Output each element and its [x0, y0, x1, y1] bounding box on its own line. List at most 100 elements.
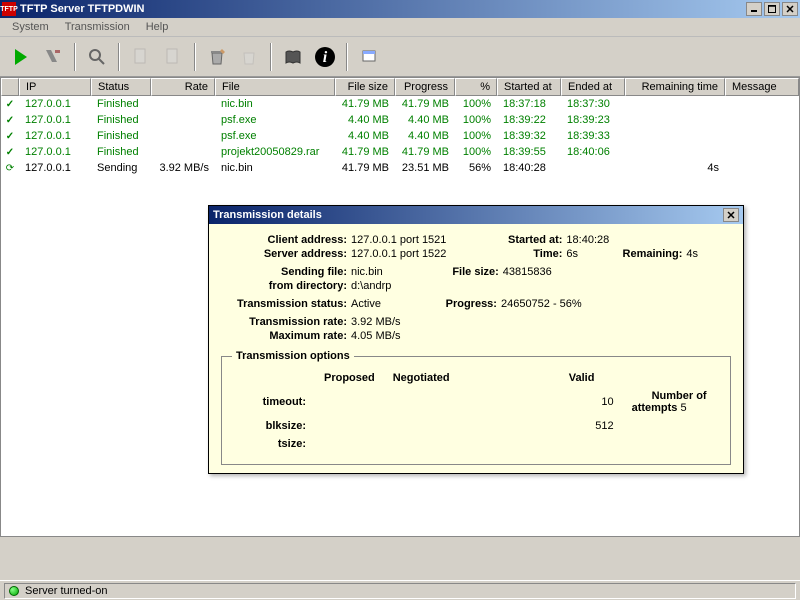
titlebar: TFTP TFTP Server TFTPDWIN: [0, 0, 800, 18]
cell-ended: [561, 167, 625, 169]
options-legend: Transmission options: [232, 350, 354, 362]
cell-message: [725, 103, 799, 105]
cell-filesize: 4.40 MB: [335, 113, 395, 127]
col-percent[interactable]: %: [455, 78, 497, 96]
cell-status: Finished: [91, 113, 151, 127]
info-button[interactable]: i: [310, 42, 340, 72]
col-message[interactable]: Message: [725, 78, 799, 96]
status-led-icon: [9, 586, 19, 596]
label-server-address: Server address:: [221, 248, 351, 260]
cell-percent: 100%: [455, 129, 497, 143]
cell-filesize: 41.79 MB: [335, 145, 395, 159]
col-file[interactable]: File: [215, 78, 335, 96]
doc1-button: [126, 42, 156, 72]
col-remaining[interactable]: Remaining time: [625, 78, 725, 96]
cell-status: Sending: [91, 161, 151, 175]
cell-remaining: [625, 135, 725, 137]
label-time: Time:: [486, 248, 566, 260]
menubar: System Transmission Help: [0, 18, 800, 37]
window-button[interactable]: [354, 42, 384, 72]
cell-started: 18:39:32: [497, 129, 561, 143]
cell-file: psf.exe: [215, 113, 335, 127]
cell-percent: 100%: [455, 97, 497, 111]
transfer-icon: ⟳: [6, 163, 14, 174]
col-started[interactable]: Started at: [497, 78, 561, 96]
minimize-button[interactable]: [746, 2, 762, 16]
cell-ip: 127.0.0.1: [19, 113, 91, 127]
cell-rate: [151, 103, 215, 105]
col-ended[interactable]: Ended at: [561, 78, 625, 96]
app-icon: TFTP: [2, 2, 16, 16]
value-from-directory: d:\andrp: [351, 280, 391, 292]
table-row[interactable]: ✓127.0.0.1Finishedpsf.exe4.40 MB4.40 MB1…: [1, 112, 799, 128]
table-row[interactable]: ✓127.0.0.1Finishednic.bin41.79 MB41.79 M…: [1, 96, 799, 112]
value-sending-file: nic.bin: [351, 266, 383, 278]
cell-ip: 127.0.0.1: [19, 161, 91, 175]
cell-filesize: 41.79 MB: [335, 161, 395, 175]
menu-system[interactable]: System: [4, 19, 57, 35]
label-timeout: timeout:: [234, 388, 314, 416]
label-tsize: tsize:: [234, 436, 314, 452]
cell-ended: 18:39:33: [561, 129, 625, 143]
col-rate[interactable]: Rate: [151, 78, 215, 96]
label-progress: Progress:: [421, 298, 501, 310]
label-transmission-status: Transmission status:: [221, 298, 351, 310]
stop-button[interactable]: [38, 42, 68, 72]
col-progress[interactable]: Progress: [395, 78, 455, 96]
transmission-details-panel: Transmission details Client address:127.…: [208, 205, 744, 474]
label-remaining: Remaining:: [606, 248, 686, 260]
cell-remaining: 4s: [625, 161, 725, 175]
trash-button[interactable]: [202, 42, 232, 72]
details-titlebar[interactable]: Transmission details: [209, 206, 743, 224]
cell-ip: 127.0.0.1: [19, 145, 91, 159]
label-transmission-rate: Transmission rate:: [221, 316, 351, 328]
value-transmission-rate: 3.92 MB/s: [351, 316, 401, 328]
col-status[interactable]: Status: [91, 78, 151, 96]
cell-file: psf.exe: [215, 129, 335, 143]
col-filesize[interactable]: File size: [335, 78, 395, 96]
value-remaining: 4s: [686, 248, 698, 260]
cell-remaining: [625, 103, 725, 105]
value-timeout-valid: 10: [542, 388, 622, 416]
table-row[interactable]: ✓127.0.0.1Finishedprojekt20050829.rar41.…: [1, 144, 799, 160]
search-button[interactable]: [82, 42, 112, 72]
cell-progress: 41.79 MB: [395, 97, 455, 111]
cell-message: [725, 119, 799, 121]
value-blksize-valid: 512: [542, 418, 622, 434]
cell-file: nic.bin: [215, 161, 335, 175]
menu-help[interactable]: Help: [138, 19, 177, 35]
cell-started: 18:39:55: [497, 145, 561, 159]
cell-percent: 100%: [455, 145, 497, 159]
start-button[interactable]: [6, 42, 36, 72]
value-client-address: 127.0.0.1 port 1521: [351, 234, 446, 246]
cell-message: [725, 167, 799, 169]
cell-file: projekt20050829.rar: [215, 145, 335, 159]
table-row[interactable]: ⟳ 127.0.0.1Sending3.92 MB/snic.bin41.79 M…: [1, 160, 799, 176]
cell-started: 18:37:18: [497, 97, 561, 111]
cell-ip: 127.0.0.1: [19, 129, 91, 143]
cell-remaining: [625, 119, 725, 121]
table-row[interactable]: ✓127.0.0.1Finishedpsf.exe4.40 MB4.40 MB1…: [1, 128, 799, 144]
close-button[interactable]: [782, 2, 798, 16]
maximize-button[interactable]: [764, 2, 780, 16]
cell-message: [725, 135, 799, 137]
status-text: Server turned-on: [25, 585, 108, 597]
menu-transmission[interactable]: Transmission: [57, 19, 138, 35]
col-valid: Valid: [542, 370, 622, 386]
cell-rate: 3.92 MB/s: [151, 161, 215, 175]
value-server-address: 127.0.0.1 port 1522: [351, 248, 446, 260]
check-icon: ✓: [6, 115, 14, 126]
value-transmission-status: Active: [351, 298, 381, 310]
statusbar: Server turned-on: [0, 580, 800, 600]
col-ip[interactable]: IP: [19, 78, 91, 96]
cell-ended: 18:39:23: [561, 113, 625, 127]
book-button[interactable]: [278, 42, 308, 72]
cell-rate: [151, 135, 215, 137]
svg-text:i: i: [323, 49, 328, 66]
details-close-button[interactable]: [723, 208, 739, 222]
cell-ended: 18:40:06: [561, 145, 625, 159]
col-icon[interactable]: [1, 78, 19, 96]
cell-rate: [151, 151, 215, 153]
label-num-attempts: Number of attempts: [632, 390, 707, 414]
value-num-attempts: 5: [680, 402, 686, 414]
